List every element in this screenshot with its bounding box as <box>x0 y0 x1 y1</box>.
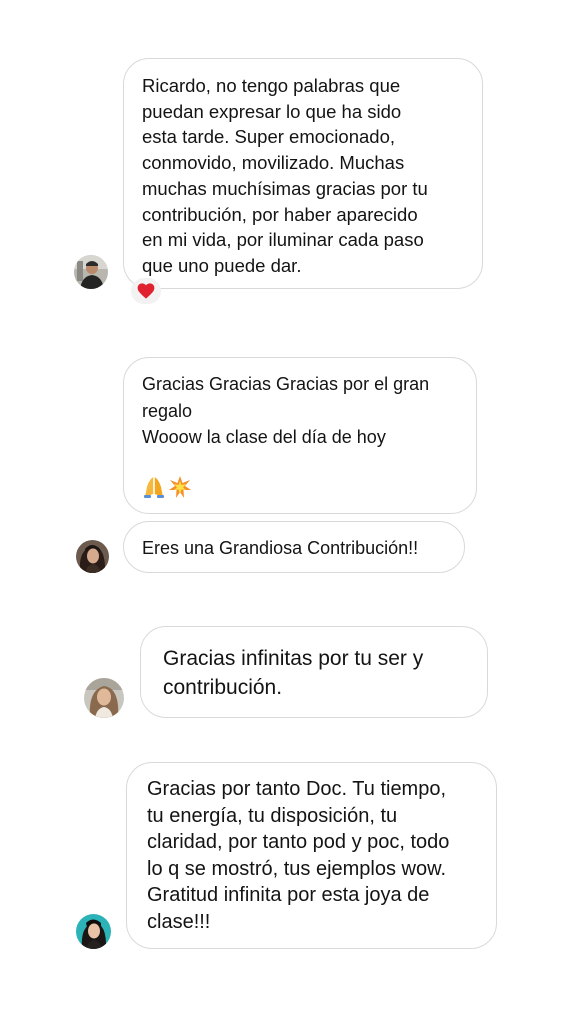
heart-icon <box>137 283 155 299</box>
message-bubble-2[interactable]: Gracias Gracias Gracias por el gran rega… <box>123 357 477 514</box>
avatar-woman-teal-background[interactable] <box>76 914 111 949</box>
message-text-2: Gracias Gracias Gracias por el gran rega… <box>142 374 430 447</box>
message-bubble-4[interactable]: Gracias infinitas por tu ser y contribuc… <box>140 626 488 718</box>
avatar-man-dark-jacket[interactable] <box>74 255 108 289</box>
message-text-4: Gracias infinitas por tu ser y contribuc… <box>163 647 424 699</box>
message-bubble-3[interactable]: Eres una Grandiosa Contribución!! <box>123 521 465 573</box>
message-text-5: Gracias por tanto Doc. Tu tiempo, tu ene… <box>147 778 450 933</box>
message-text-1: Ricardo, no tengo palabras que puedan ex… <box>142 75 428 276</box>
folded-hands-icon <box>144 477 164 498</box>
emoji-row <box>142 475 192 499</box>
message-text-3: Eres una Grandiosa Contribución!! <box>142 538 419 558</box>
collision-icon <box>169 476 191 498</box>
message-bubble-5[interactable]: Gracias por tanto Doc. Tu tiempo, tu ene… <box>126 762 497 949</box>
message-bubble-1[interactable]: Ricardo, no tengo palabras que puedan ex… <box>123 58 483 289</box>
avatar-woman-dark-hair[interactable] <box>76 540 109 573</box>
avatar-woman-light-hair[interactable] <box>84 678 124 718</box>
heart-reaction[interactable] <box>131 278 161 304</box>
